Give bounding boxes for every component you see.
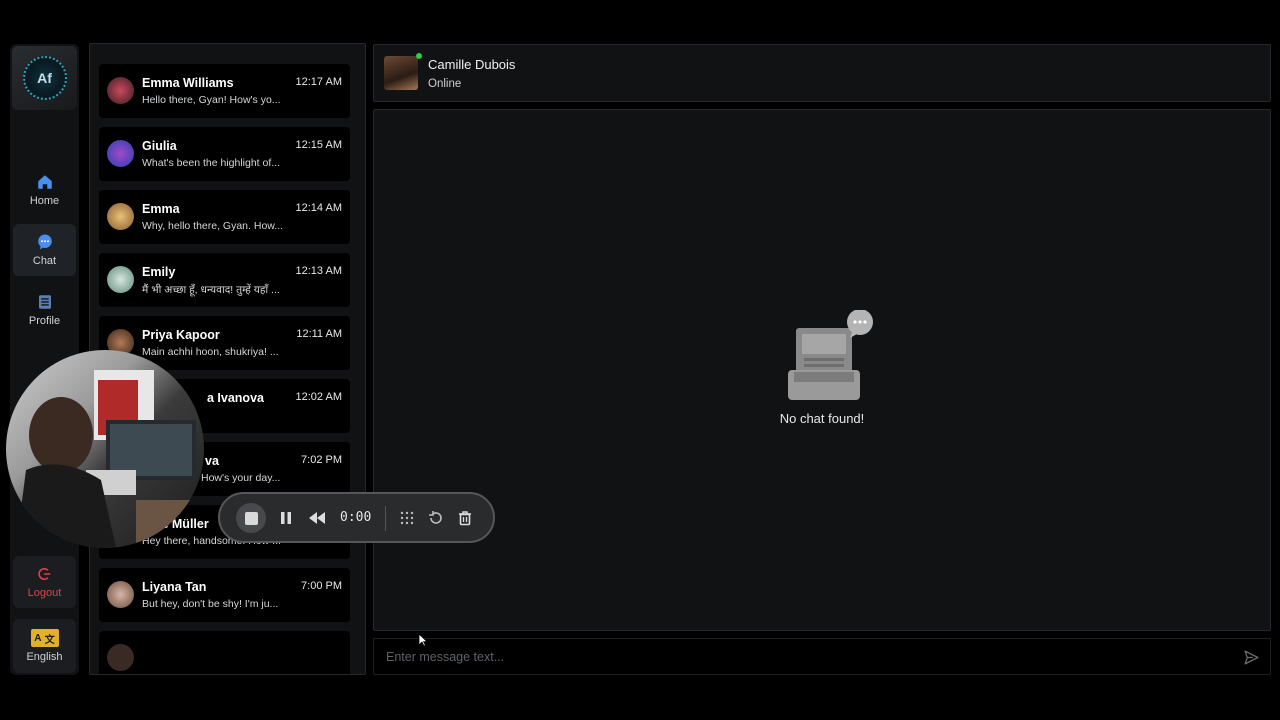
avatar xyxy=(107,77,134,104)
nav-home-label: Home xyxy=(29,195,60,207)
contact-name: Emily xyxy=(142,265,176,279)
contact-status: Online xyxy=(428,78,462,90)
logout-icon xyxy=(37,568,50,580)
online-indicator xyxy=(416,53,422,59)
contact-avatar[interactable] xyxy=(384,56,418,90)
message-preview: What's been the highlight of... xyxy=(142,157,281,169)
language-label: English xyxy=(26,651,63,663)
divider xyxy=(385,506,386,531)
empty-inbox-icon xyxy=(788,310,873,400)
empty-state-text: No chat found! xyxy=(779,411,865,426)
pause-icon[interactable] xyxy=(277,509,295,527)
message-preview: Hello there, Gyan! How's yo... xyxy=(142,94,281,106)
webcam-feed-image xyxy=(16,370,204,548)
avatar xyxy=(107,644,134,671)
home-icon xyxy=(37,175,52,189)
translate-icon: A文 xyxy=(30,629,59,647)
chat-list-item[interactable]: Emma Williams Hello there, Gyan! How's y… xyxy=(99,64,350,118)
message-time: 12:02 AM xyxy=(295,391,342,403)
message-preview: How's your day... xyxy=(201,472,281,484)
message-input[interactable] xyxy=(386,647,1206,667)
message-time: 7:02 PM xyxy=(301,454,342,466)
chat-list-item[interactable]: Liyana Tan But hey, don't be shy! I'm ju… xyxy=(99,568,350,622)
message-preview: मैं भी अच्छा हूँ, धन्यवाद! तुम्हें यहाँ … xyxy=(142,284,280,296)
nav-chat-label: Chat xyxy=(32,255,57,267)
contact-name: Emma Williams xyxy=(142,76,234,90)
stop-recording-button[interactable] xyxy=(236,503,266,533)
webcam-overlay xyxy=(6,350,204,548)
chat-list-item[interactable]: Emily मैं भी अच्छा हूँ, धन्यवाद! तुम्हें… xyxy=(99,253,350,307)
chat-icon xyxy=(37,234,52,250)
chat-list-item[interactable]: Giulia What's been the highlight of... 1… xyxy=(99,127,350,181)
send-icon[interactable] xyxy=(1243,649,1260,666)
logout-button[interactable]: Logout xyxy=(13,556,76,608)
nav-chat[interactable]: Chat xyxy=(13,224,76,276)
message-preview: Why, hello there, Gyan. How... xyxy=(142,220,284,232)
recording-timer: 0:00 xyxy=(340,510,372,525)
message-time: 12:13 AM xyxy=(295,265,342,277)
rewind-icon[interactable] xyxy=(308,509,326,527)
contact-name: Priya Kapoor xyxy=(142,328,220,342)
message-time: 12:14 AM xyxy=(295,202,342,214)
avatar xyxy=(107,140,134,167)
message-time: 12:17 AM xyxy=(295,76,342,88)
message-preview: Main achhi hoon, shukriya! ... xyxy=(142,346,279,358)
mouse-cursor-icon xyxy=(418,633,428,647)
contact-name: Camille Dubois xyxy=(428,57,516,72)
message-composer xyxy=(373,638,1271,675)
language-button[interactable]: A文 English xyxy=(13,619,76,673)
chat-list-item[interactable]: Emma Why, hello there, Gyan. How... 12:1… xyxy=(99,190,350,244)
grid-icon[interactable] xyxy=(398,509,416,527)
trash-icon[interactable] xyxy=(456,509,474,527)
avatar xyxy=(107,581,134,608)
nav-profile[interactable]: Profile xyxy=(13,284,76,336)
avatar xyxy=(107,203,134,230)
avatar xyxy=(107,266,134,293)
contact-name: a Ivanova xyxy=(207,391,264,405)
contact-name: Liyana Tan xyxy=(142,580,207,594)
stop-icon xyxy=(244,511,258,525)
chat-list-item[interactable] xyxy=(99,631,350,674)
nav-profile-label: Profile xyxy=(28,315,61,327)
logout-label: Logout xyxy=(27,587,62,599)
profile-icon xyxy=(38,295,51,309)
contact-name: Emma xyxy=(142,202,180,216)
message-time: 12:11 AM xyxy=(296,328,342,340)
recording-controls: 0:00 xyxy=(218,492,495,543)
message-preview: But hey, don't be shy! I'm ju... xyxy=(142,598,279,610)
nav-home[interactable]: Home xyxy=(13,164,76,216)
message-area: No chat found! xyxy=(373,109,1271,631)
restart-icon[interactable] xyxy=(427,509,445,527)
message-time: 12:15 AM xyxy=(295,139,342,151)
logo-mark: Af xyxy=(22,56,67,100)
contact-name: Giulia xyxy=(142,139,177,153)
message-time: 7:00 PM xyxy=(301,580,342,592)
app-logo[interactable]: Af xyxy=(12,46,77,110)
contact-name: va xyxy=(205,454,219,468)
chat-header: Camille Dubois Online xyxy=(373,44,1271,102)
